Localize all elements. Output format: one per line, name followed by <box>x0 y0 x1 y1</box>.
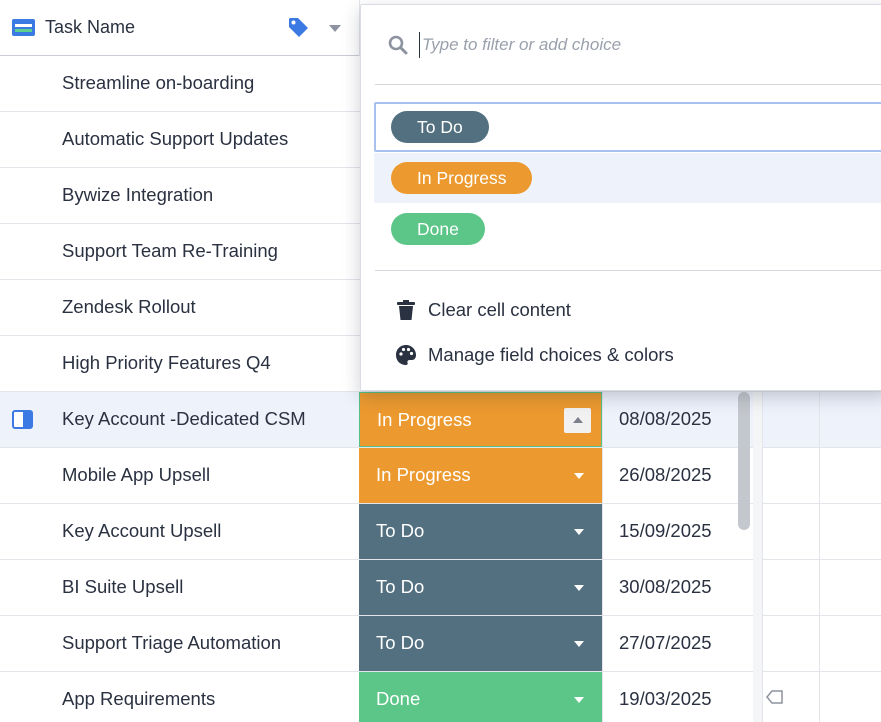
divider <box>375 84 881 85</box>
table-row[interactable]: App Requirements Done 19/03/2025 <box>0 672 881 722</box>
column-divider <box>602 448 603 504</box>
task-name-cell[interactable]: Mobile App Upsell <box>62 464 210 486</box>
comment-icon[interactable] <box>766 690 783 704</box>
choice-filter-input[interactable] <box>419 32 859 58</box>
status-label: To Do <box>376 632 425 653</box>
status-cell[interactable]: To Do <box>359 504 602 559</box>
scrollbar-thumb[interactable] <box>738 392 750 530</box>
search-icon <box>388 35 408 55</box>
column-divider <box>819 448 820 504</box>
status-label: Done <box>376 688 421 709</box>
due-date-cell[interactable]: 30/08/2025 <box>619 576 712 598</box>
choice-option[interactable]: To Do <box>374 102 881 152</box>
palette-icon <box>395 344 417 366</box>
choice-pill: Done <box>391 213 485 245</box>
column-divider <box>602 616 603 672</box>
column-menu-caret-icon[interactable] <box>329 25 341 32</box>
task-name-cell[interactable]: BI Suite Upsell <box>62 576 183 598</box>
task-name-cell[interactable]: App Requirements <box>62 688 215 710</box>
status-label: To Do <box>376 520 425 541</box>
column-divider <box>819 672 820 722</box>
collapse-dropdown-button[interactable] <box>564 408 591 433</box>
choice-pill: To Do <box>391 111 489 143</box>
column-divider <box>819 560 820 616</box>
column-divider <box>762 448 763 504</box>
task-name-cell[interactable]: Bywize Integration <box>62 184 213 206</box>
status-label: In Progress <box>377 409 472 430</box>
due-date-cell[interactable]: 08/08/2025 <box>619 408 712 430</box>
manage-field-choices-button[interactable]: Manage field choices & colors <box>395 341 855 369</box>
column-divider <box>602 392 603 448</box>
status-cell[interactable]: In Progress <box>359 392 602 447</box>
column-divider <box>762 672 763 722</box>
table-row[interactable]: Support Triage Automation To Do 27/07/2025 <box>0 616 881 672</box>
status-cell[interactable]: In Progress <box>359 448 602 503</box>
status-label: In Progress <box>376 464 471 485</box>
chevron-down-icon[interactable] <box>574 473 584 479</box>
trash-icon <box>395 299 417 321</box>
column-divider <box>819 392 820 448</box>
task-name-cell[interactable]: Key Account -Dedicated CSM <box>62 408 306 430</box>
status-label: To Do <box>376 576 425 597</box>
status-choice-dropdown: To Do In Progress Done Clear cell content M… <box>360 4 881 391</box>
task-name-cell[interactable]: Key Account Upsell <box>62 520 221 542</box>
choice-pill: In Progress <box>391 162 533 194</box>
due-date-cell[interactable]: 19/03/2025 <box>619 688 712 710</box>
task-name-cell[interactable]: Automatic Support Updates <box>62 128 288 150</box>
task-name-cell[interactable]: Support Team Re-Training <box>62 240 278 262</box>
task-name-cell[interactable]: High Priority Features Q4 <box>62 352 271 374</box>
action-label: Clear cell content <box>428 299 571 320</box>
table-row[interactable]: BI Suite Upsell To Do 30/08/2025 <box>0 560 881 616</box>
column-divider <box>762 504 763 560</box>
due-date-cell[interactable]: 15/09/2025 <box>619 520 712 542</box>
task-name-cell[interactable]: Zendesk Rollout <box>62 296 196 318</box>
status-cell[interactable]: Done <box>359 672 602 722</box>
column-divider <box>819 504 820 560</box>
column-divider <box>602 560 603 616</box>
status-cell[interactable]: To Do <box>359 616 602 671</box>
task-name-column-header[interactable]: Task Name <box>0 0 360 56</box>
column-divider <box>762 560 763 616</box>
choice-option[interactable]: Done <box>374 204 881 254</box>
task-name-cell[interactable]: Support Triage Automation <box>62 632 281 654</box>
due-date-cell[interactable]: 26/08/2025 <box>619 464 712 486</box>
tag-icon[interactable] <box>287 16 309 38</box>
expand-record-icon[interactable] <box>12 410 33 429</box>
column-divider <box>762 392 763 448</box>
column-divider <box>819 616 820 672</box>
task-name-column-title: Task Name <box>45 17 136 37</box>
scrollbar-track[interactable] <box>753 392 762 722</box>
status-cell[interactable]: To Do <box>359 560 602 615</box>
action-label: Manage field choices & colors <box>428 344 674 365</box>
chevron-down-icon[interactable] <box>574 585 584 591</box>
divider <box>375 270 881 271</box>
column-divider <box>602 672 603 722</box>
primary-field-icon <box>12 19 35 36</box>
chevron-down-icon[interactable] <box>574 641 584 647</box>
task-name-cell[interactable]: Streamline on-boarding <box>62 72 254 94</box>
due-date-cell[interactable]: 27/07/2025 <box>619 632 712 654</box>
column-divider <box>602 504 603 560</box>
column-divider <box>762 616 763 672</box>
clear-cell-content-button[interactable]: Clear cell content <box>395 296 855 324</box>
chevron-down-icon[interactable] <box>574 529 584 535</box>
chevron-down-icon[interactable] <box>574 697 584 703</box>
choice-option[interactable]: In Progress <box>374 153 881 203</box>
